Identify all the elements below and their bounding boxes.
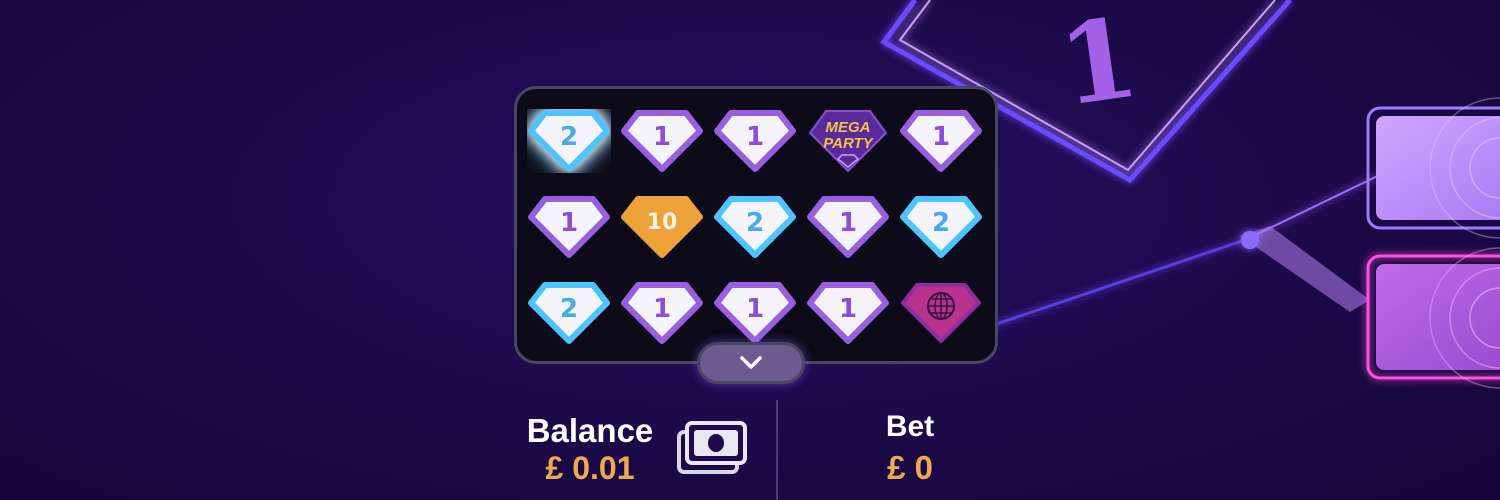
gem-symbol-blue: 2: [899, 195, 983, 259]
background-big-number: 1: [1052, 0, 1146, 131]
gem-symbol-blue: 2: [527, 109, 611, 173]
gem-symbol-purple: 1: [620, 281, 704, 345]
side-tile-pink: [1366, 247, 1500, 389]
gem-symbol-purple: 1: [806, 195, 890, 259]
gem-value: 2: [931, 208, 951, 238]
gem-symbol-purple: 1: [713, 109, 797, 173]
gem-symbol-blue: 2: [713, 195, 797, 259]
balance-label: Balance: [526, 412, 654, 449]
gem-value: 1: [931, 122, 951, 152]
symbol-board-panel: 2 1 1 MEGA PARTY 1 1 10 2 1 2 2 1 1 1: [514, 86, 998, 364]
symbol-grid: 2 1 1 MEGA PARTY 1 1 10 2 1 2 2 1 1 1: [527, 99, 987, 359]
disco-ball-symbol: [899, 281, 983, 345]
gem-symbol-blue: 2: [527, 281, 611, 345]
mega-party-symbol: MEGA PARTY: [806, 109, 890, 173]
gem-value: 1: [652, 122, 672, 152]
gem-value: 10: [646, 210, 678, 235]
mega-party-line2: PARTY: [823, 135, 874, 152]
gem-value: 1: [838, 208, 858, 238]
balance-value: £ 0.01: [545, 450, 635, 486]
chevron-down-icon: [740, 356, 762, 369]
gem-value: 2: [559, 122, 579, 152]
gem-symbol-purple: 1: [899, 109, 983, 173]
footer-divider: [776, 400, 778, 500]
gem-value: 1: [745, 294, 765, 324]
side-tile-light: [1366, 97, 1500, 239]
mega-party-line1: MEGA: [826, 119, 871, 136]
gem-value: 1: [745, 122, 765, 152]
gem-value: 2: [745, 208, 765, 238]
gem-value: 2: [559, 294, 579, 324]
disco-ball-icon: [927, 292, 955, 320]
bet-label: Bet: [885, 410, 935, 443]
gem-symbol-purple: 1: [620, 109, 704, 173]
gem-symbol-purple: 1: [527, 195, 611, 259]
gem-symbol-orange: 10: [620, 195, 704, 259]
bet-display: Bet £ 0: [860, 408, 960, 486]
bet-value: £ 0: [887, 449, 933, 486]
gem-value: 1: [838, 294, 858, 324]
gem-symbol-purple: 1: [806, 281, 890, 345]
gem-symbol-purple: 1: [713, 281, 797, 345]
cash-stack-icon[interactable]: [676, 420, 748, 476]
board-toggle-button[interactable]: [697, 342, 805, 384]
gem-value: 1: [652, 294, 672, 324]
gem-value: 1: [559, 208, 579, 238]
balance-display: Balance £ 0.01: [520, 412, 660, 486]
